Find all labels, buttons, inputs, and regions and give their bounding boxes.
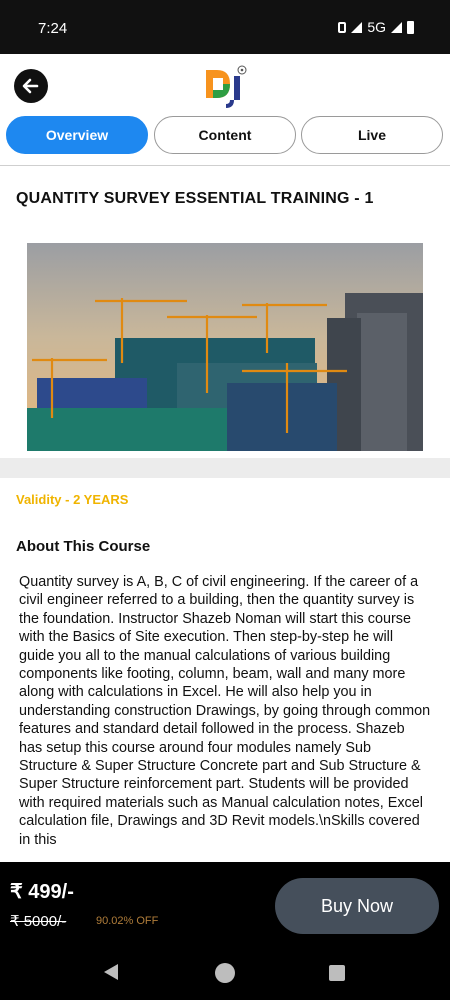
nav-recents-icon[interactable] [329, 965, 345, 981]
original-price: ₹ 5000/- [10, 913, 67, 930]
nav-back-icon[interactable] [104, 964, 118, 980]
tab-bar: Overview Content Live [6, 116, 444, 154]
validity-label: Validity - 2 YEARS [16, 492, 129, 507]
vibrate-icon [338, 21, 347, 33]
discount-label: 90.02% OFF [96, 915, 159, 927]
status-time: 7:24 [38, 20, 68, 37]
signal-strength-icon [391, 21, 402, 33]
about-heading: About This Course [16, 538, 151, 555]
tab-content[interactable]: Content [154, 116, 296, 154]
buy-now-button[interactable]: Buy Now [275, 878, 439, 934]
battery-icon [407, 20, 414, 34]
nav-home-icon[interactable] [215, 963, 235, 983]
purchase-bar: ₹ 499/- ₹ 5000/- 90.02% OFF Buy Now [0, 862, 450, 946]
current-price: ₹ 499/- [10, 881, 74, 903]
signal-icon [351, 21, 363, 33]
course-image [27, 243, 423, 451]
status-icons: 5G [338, 19, 414, 35]
network-label: 5G [367, 19, 386, 35]
section-divider [0, 458, 450, 478]
about-description: Quantity survey is A, B, C of civil engi… [19, 574, 431, 848]
system-nav-bar [0, 946, 450, 1000]
header-divider [0, 165, 450, 166]
app-screen: Overview Content Live QUANTITY SURVEY ES… [0, 54, 450, 862]
tab-overview[interactable]: Overview [6, 116, 148, 154]
arrow-left-icon [22, 78, 39, 94]
status-bar: 7:24 5G [0, 0, 450, 54]
dj-logo-icon [206, 65, 247, 108]
course-title: QUANTITY SURVEY ESSENTIAL TRAINING - 1 [16, 190, 374, 207]
back-button[interactable] [14, 69, 48, 103]
tab-live[interactable]: Live [301, 116, 443, 154]
